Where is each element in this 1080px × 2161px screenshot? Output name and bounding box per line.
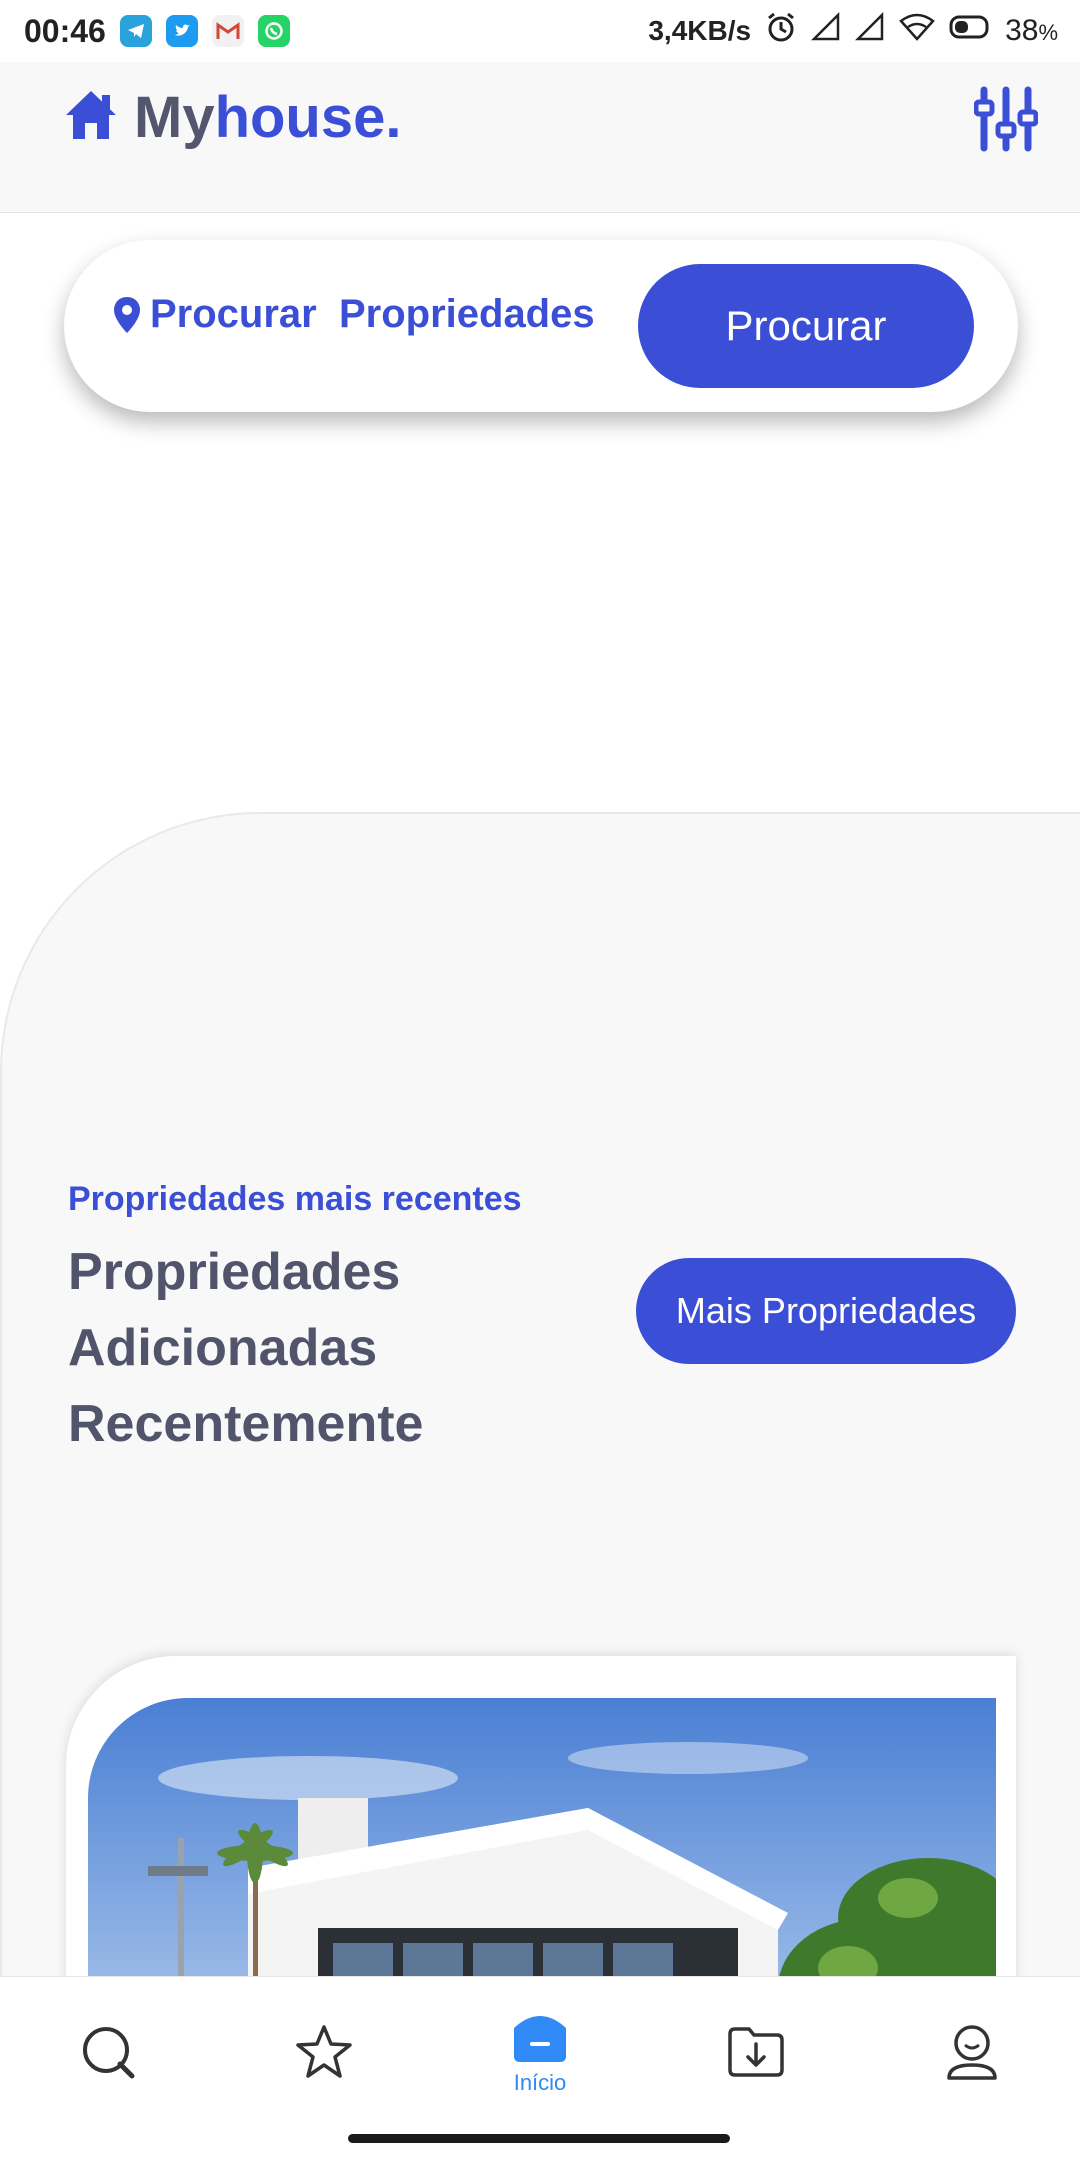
filter-button[interactable]: [973, 84, 1039, 154]
search-icon: [83, 2027, 135, 2079]
search-label[interactable]: Procurar Propriedades: [112, 292, 595, 337]
twitter-icon: [165, 15, 198, 47]
app-header: Myhouse.: [0, 62, 1080, 213]
star-icon: [296, 2025, 352, 2078]
search-button[interactable]: Procurar: [638, 264, 974, 388]
home-indicator[interactable]: [348, 2134, 730, 2143]
alarm-icon: [765, 11, 797, 51]
download-folder-icon: [728, 2027, 784, 2077]
battery-icon: [949, 14, 991, 48]
telegram-icon: [119, 15, 152, 47]
status-time: 00:46: [24, 12, 106, 49]
status-bar: 00:46 3,4KB/s 38%: [0, 0, 1080, 62]
network-speed: 3,4KB/s: [648, 15, 752, 46]
signal-icon: [811, 11, 841, 50]
signal-icon-2: [855, 11, 885, 50]
section-title: Propriedades Adicionadas Recentemente: [68, 1243, 424, 1453]
profile-icon: [947, 2025, 997, 2080]
location-pin-icon: [114, 296, 140, 333]
sliders-icon: [973, 86, 1039, 152]
nav-favorites[interactable]: [264, 1977, 384, 2127]
house-icon: [62, 87, 120, 148]
search-bar: Procurar Propriedades Procurar: [64, 240, 1018, 412]
wifi-icon: [899, 12, 935, 50]
more-properties-button[interactable]: Mais Propriedades: [636, 1258, 1016, 1364]
home-icon: [514, 2016, 566, 2062]
logo-text: Myhouse.: [134, 85, 402, 150]
gmail-icon: [211, 15, 244, 47]
whatsapp-icon: [257, 15, 290, 47]
nav-downloads[interactable]: [696, 1977, 816, 2127]
nav-home-label: Início: [513, 2070, 567, 2095]
section-kicker: Propriedades mais recentes: [68, 1180, 522, 1218]
nav-home[interactable]: Início: [480, 1977, 600, 2127]
nav-profile[interactable]: [912, 1977, 1032, 2127]
nav-search[interactable]: [48, 1977, 168, 2127]
battery-level: 38%: [1005, 14, 1058, 47]
app-logo[interactable]: Myhouse.: [62, 84, 402, 151]
